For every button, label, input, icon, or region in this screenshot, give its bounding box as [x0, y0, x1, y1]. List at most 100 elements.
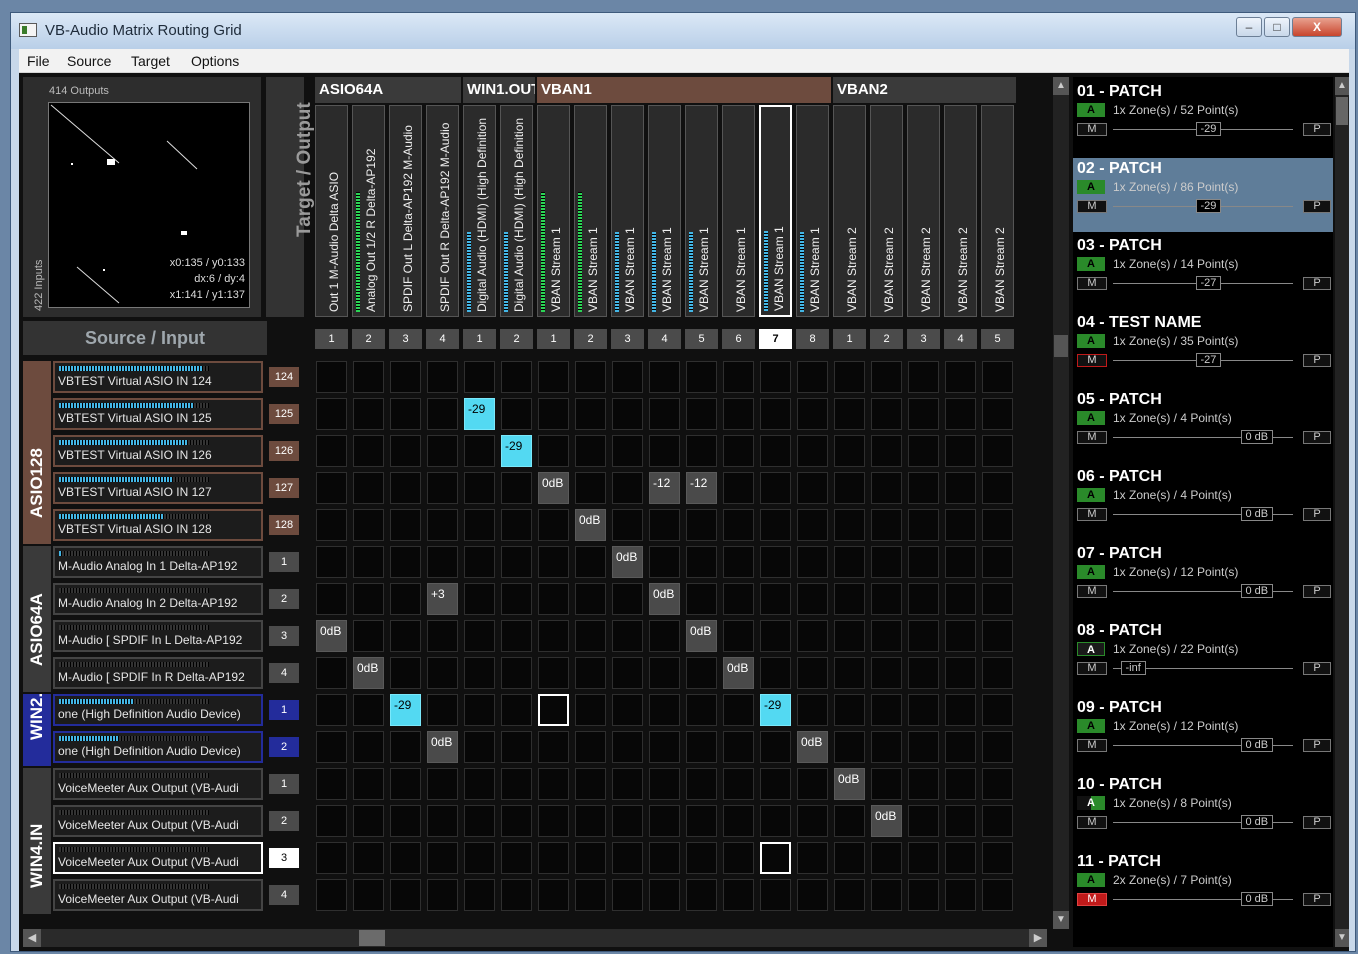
- input-number[interactable]: 1: [269, 700, 299, 720]
- routing-cell[interactable]: [353, 583, 384, 615]
- routing-cell[interactable]: [871, 472, 902, 504]
- routing-cell[interactable]: [353, 731, 384, 763]
- input-number[interactable]: 2: [269, 737, 299, 757]
- routing-cell[interactable]: [464, 879, 495, 911]
- patch-gain-value[interactable]: 0 dB: [1240, 507, 1274, 521]
- routing-cell[interactable]: [760, 879, 791, 911]
- routing-cell[interactable]: [427, 694, 458, 726]
- routing-cell[interactable]: [427, 805, 458, 837]
- routing-cell[interactable]: [871, 620, 902, 652]
- routing-cell[interactable]: [686, 694, 717, 726]
- routing-cell[interactable]: [612, 694, 643, 726]
- routing-cell[interactable]: 0dB: [649, 583, 680, 615]
- routing-cell[interactable]: [538, 657, 569, 689]
- routing-cell[interactable]: [945, 657, 976, 689]
- routing-cell[interactable]: [649, 509, 680, 541]
- input-row[interactable]: VoiceMeeter Aux Output (VB-Audi: [53, 842, 263, 874]
- routing-cell[interactable]: [871, 842, 902, 874]
- routing-cell[interactable]: [464, 546, 495, 578]
- routing-cell[interactable]: [982, 472, 1013, 504]
- routing-cell[interactable]: 0dB: [797, 731, 828, 763]
- scroll-up-icon[interactable]: ▲: [1053, 77, 1069, 95]
- input-row[interactable]: M-Audio [ SPDIF In L Delta-AP192: [53, 620, 263, 652]
- routing-cell[interactable]: [723, 583, 754, 615]
- input-group-header[interactable]: ASIO64A: [23, 546, 51, 692]
- routing-cell[interactable]: [316, 472, 347, 504]
- routing-cell[interactable]: [316, 583, 347, 615]
- routing-cell[interactable]: [797, 472, 828, 504]
- routing-cell[interactable]: [797, 879, 828, 911]
- routing-cell[interactable]: [316, 731, 347, 763]
- routing-cell[interactable]: [612, 731, 643, 763]
- routing-cell[interactable]: [945, 398, 976, 430]
- output-column[interactable]: VBAN Stream 1: [759, 105, 792, 317]
- routing-cell[interactable]: [649, 435, 680, 467]
- routing-cell[interactable]: [353, 620, 384, 652]
- routing-cell[interactable]: 0dB: [723, 657, 754, 689]
- output-column[interactable]: VBAN Stream 2: [907, 105, 940, 317]
- output-number[interactable]: 5: [981, 329, 1014, 349]
- routing-cell[interactable]: [316, 657, 347, 689]
- patch-item[interactable]: 05 - PATCH A 1x Zone(s) / 4 Point(s) M 0 dB P: [1073, 389, 1333, 463]
- routing-cell[interactable]: [834, 583, 865, 615]
- close-button[interactable]: X: [1292, 17, 1342, 37]
- routing-cell[interactable]: -29: [760, 694, 791, 726]
- routing-cell[interactable]: [760, 731, 791, 763]
- routing-cell[interactable]: [501, 694, 532, 726]
- patch-item[interactable]: 02 - PATCH A 1x Zone(s) / 86 Point(s) M -29 P: [1073, 158, 1333, 232]
- routing-cell[interactable]: [760, 768, 791, 800]
- menu-target[interactable]: Target: [131, 53, 170, 69]
- routing-cell[interactable]: 0dB: [427, 731, 458, 763]
- routing-cell[interactable]: [871, 398, 902, 430]
- routing-cell[interactable]: [649, 731, 680, 763]
- input-group-header[interactable]: WIN4.IN: [23, 768, 51, 914]
- output-column[interactable]: VBAN Stream 2: [870, 105, 903, 317]
- routing-cell[interactable]: [427, 620, 458, 652]
- routing-cell[interactable]: [316, 361, 347, 393]
- routing-cell[interactable]: [686, 768, 717, 800]
- routing-cell[interactable]: [649, 361, 680, 393]
- routing-cell[interactable]: [353, 805, 384, 837]
- routing-cell[interactable]: [945, 620, 976, 652]
- routing-cell[interactable]: [834, 398, 865, 430]
- routing-cell[interactable]: [390, 361, 421, 393]
- routing-cell[interactable]: [649, 842, 680, 874]
- routing-cell[interactable]: [316, 805, 347, 837]
- output-number[interactable]: 1: [537, 329, 570, 349]
- patch-mute-button[interactable]: M: [1077, 200, 1107, 213]
- routing-cell[interactable]: [353, 361, 384, 393]
- routing-cell[interactable]: [538, 361, 569, 393]
- routing-cell[interactable]: [612, 657, 643, 689]
- routing-cell[interactable]: [464, 731, 495, 763]
- routing-cell[interactable]: [982, 805, 1013, 837]
- routing-cell[interactable]: [982, 509, 1013, 541]
- routing-cell[interactable]: [908, 398, 939, 430]
- routing-cell[interactable]: [982, 583, 1013, 615]
- routing-cell[interactable]: [538, 620, 569, 652]
- routing-cell[interactable]: [834, 361, 865, 393]
- routing-cell[interactable]: [390, 509, 421, 541]
- patch-a-button[interactable]: A: [1077, 719, 1105, 733]
- routing-cell[interactable]: [871, 509, 902, 541]
- routing-cell[interactable]: [464, 583, 495, 615]
- routing-cell[interactable]: [575, 842, 606, 874]
- routing-cell[interactable]: [723, 768, 754, 800]
- patch-mute-button[interactable]: M: [1077, 739, 1107, 752]
- routing-cell[interactable]: [501, 620, 532, 652]
- routing-cell[interactable]: [538, 694, 569, 726]
- routing-cell[interactable]: [686, 583, 717, 615]
- routing-cell[interactable]: [982, 546, 1013, 578]
- patch-gain-value[interactable]: 0 dB: [1240, 430, 1274, 444]
- routing-cell[interactable]: [797, 842, 828, 874]
- scroll-left-icon[interactable]: ◀: [23, 929, 41, 947]
- routing-cell[interactable]: [575, 694, 606, 726]
- routing-cell[interactable]: [575, 768, 606, 800]
- routing-cell[interactable]: [797, 509, 828, 541]
- patch-p-button[interactable]: P: [1303, 431, 1331, 444]
- input-row[interactable]: one (High Definition Audio Device): [53, 694, 263, 726]
- routing-cell[interactable]: [908, 583, 939, 615]
- input-number[interactable]: 125: [269, 404, 299, 424]
- input-number[interactable]: 2: [269, 589, 299, 609]
- input-row[interactable]: VoiceMeeter Aux Output (VB-Audi: [53, 879, 263, 911]
- routing-cell[interactable]: [834, 657, 865, 689]
